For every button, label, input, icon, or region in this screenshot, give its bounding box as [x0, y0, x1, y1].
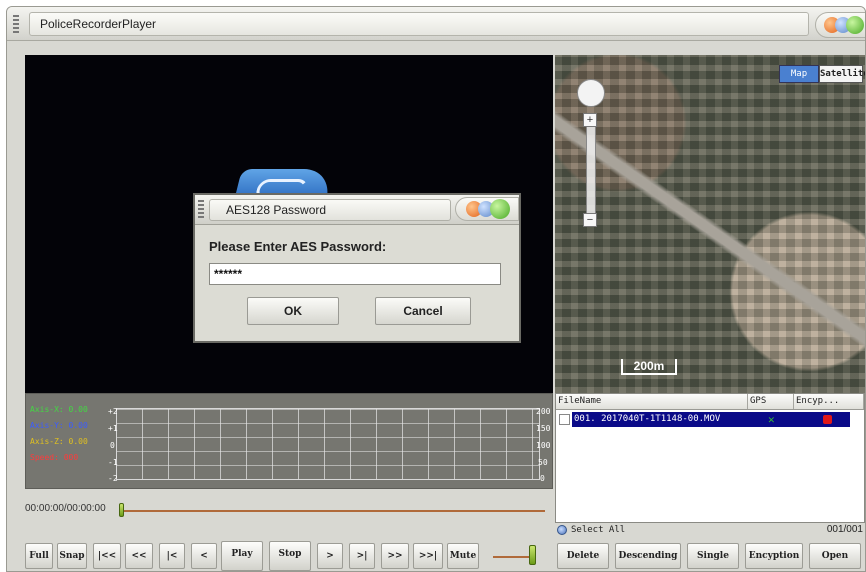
- file-list: FileName GPS Encyp... 001. 2017040T-1T11…: [555, 393, 865, 523]
- fast-forward-button[interactable]: >>: [381, 543, 409, 569]
- y-tick-left: -2: [108, 474, 118, 483]
- gps-indicator-icon: ✕: [768, 413, 775, 426]
- zoom-in-button[interactable]: +: [583, 113, 597, 127]
- axis-z-readout: Axis-Z: 0.00: [30, 437, 88, 446]
- dialog-close-button[interactable]: [490, 199, 510, 219]
- column-filename[interactable]: FileName: [556, 394, 748, 409]
- password-input[interactable]: [209, 263, 501, 285]
- encryption-button[interactable]: Encyption: [745, 543, 803, 569]
- select-all-label[interactable]: Select All: [571, 523, 625, 537]
- title-grip-icon[interactable]: [13, 15, 19, 35]
- dialog-grip-icon[interactable]: [198, 200, 204, 218]
- mute-button[interactable]: Mute: [447, 543, 479, 569]
- y-tick-left: 0: [110, 441, 115, 450]
- volume-track[interactable]: [493, 556, 531, 558]
- single-button[interactable]: Single: [687, 543, 739, 569]
- next-button[interactable]: >|: [349, 543, 375, 569]
- dialog-title: AES128 Password: [209, 199, 451, 221]
- map-pan-control-icon[interactable]: [577, 79, 605, 107]
- y-tick-left: +1: [108, 424, 118, 433]
- step-forward-button[interactable]: >: [317, 543, 343, 569]
- password-dialog: AES128 Password Please Enter AES Passwor…: [193, 193, 521, 343]
- y-tick-right: 50: [538, 458, 548, 467]
- sensor-grid: [116, 408, 540, 480]
- column-encryption[interactable]: Encyp...: [794, 394, 864, 409]
- sensor-graph: Axis-X: 0.00 Axis-Y: 0.00 Axis-Z: 0.00 S…: [25, 393, 553, 489]
- file-name: 001. 2017040T-1T1148-00.MOV: [574, 414, 721, 424]
- y-tick-left: +2: [108, 407, 118, 416]
- y-tick-right: 150: [536, 424, 551, 433]
- sensor-readouts: Axis-X: 0.00 Axis-Y: 0.00 Axis-Z: 0.00 S…: [30, 402, 88, 466]
- progress-track[interactable]: [121, 510, 545, 512]
- table-row[interactable]: 001. 2017040T-1T1148-00.MOV ✕: [572, 412, 850, 427]
- file-count: 001/001: [826, 524, 863, 535]
- play-button[interactable]: Play: [221, 541, 263, 571]
- speed-readout: Speed: 000: [30, 453, 79, 462]
- playback-time: 00:00:00/00:00:00: [25, 503, 106, 514]
- axis-y-readout: Axis-Y: 0.00: [30, 421, 88, 430]
- progress-row: 00:00:00/00:00:00: [25, 499, 553, 521]
- map-imagery: [555, 55, 865, 393]
- encrypted-lock-icon: [823, 415, 832, 424]
- ok-button[interactable]: OK: [247, 297, 339, 325]
- axis-x-readout: Axis-X: 0.00: [30, 405, 88, 414]
- map-zoom-slider[interactable]: [586, 115, 596, 225]
- full-button[interactable]: Full: [25, 543, 53, 569]
- open-button[interactable]: Open: [809, 543, 861, 569]
- password-prompt: Please Enter AES Password:: [209, 239, 387, 254]
- select-all-radio[interactable]: [557, 525, 567, 535]
- close-button[interactable]: [846, 16, 864, 34]
- file-row-checkbox[interactable]: [559, 414, 570, 425]
- delete-button[interactable]: Delete: [557, 543, 609, 569]
- app-window: PoliceRecorderPlayer AES128 Password Ple…: [6, 6, 866, 572]
- dialog-title-bar: AES128 Password: [195, 195, 519, 225]
- map-scale-bar: 200m: [621, 359, 677, 375]
- file-list-header: FileName GPS Encyp...: [556, 394, 864, 410]
- last-button[interactable]: >>|: [413, 543, 443, 569]
- rewind-button[interactable]: <<: [125, 543, 153, 569]
- title-bar: PoliceRecorderPlayer: [7, 7, 865, 41]
- snap-button[interactable]: Snap: [57, 543, 87, 569]
- y-tick-right: 100: [536, 441, 551, 450]
- satellite-map[interactable]: + − Map Satellite 200m: [555, 55, 865, 393]
- select-row: Select All 001/001: [555, 523, 865, 537]
- map-type-map-button[interactable]: Map: [779, 65, 819, 83]
- descending-button[interactable]: Descending: [615, 543, 681, 569]
- map-type-satellite-button[interactable]: Satellite: [819, 65, 865, 83]
- stop-button[interactable]: Stop: [269, 541, 311, 571]
- column-gps[interactable]: GPS: [748, 394, 794, 409]
- zoom-out-button[interactable]: −: [583, 213, 597, 227]
- step-back-button[interactable]: <: [191, 543, 217, 569]
- first-button[interactable]: |<<: [93, 543, 121, 569]
- y-tick-left: -1: [108, 458, 118, 467]
- playback-toolbar: Full Snap |<< << |< < Play Stop > >| >> …: [7, 537, 865, 571]
- window-controls: [815, 12, 865, 38]
- prev-button[interactable]: |<: [159, 543, 185, 569]
- dialog-window-controls: [455, 197, 519, 221]
- window-title: PoliceRecorderPlayer: [29, 12, 809, 36]
- progress-handle[interactable]: [119, 503, 124, 517]
- y-tick-right: 200: [536, 407, 551, 416]
- volume-handle[interactable]: [529, 545, 536, 565]
- y-tick-right: 0: [540, 474, 545, 483]
- cancel-button[interactable]: Cancel: [375, 297, 471, 325]
